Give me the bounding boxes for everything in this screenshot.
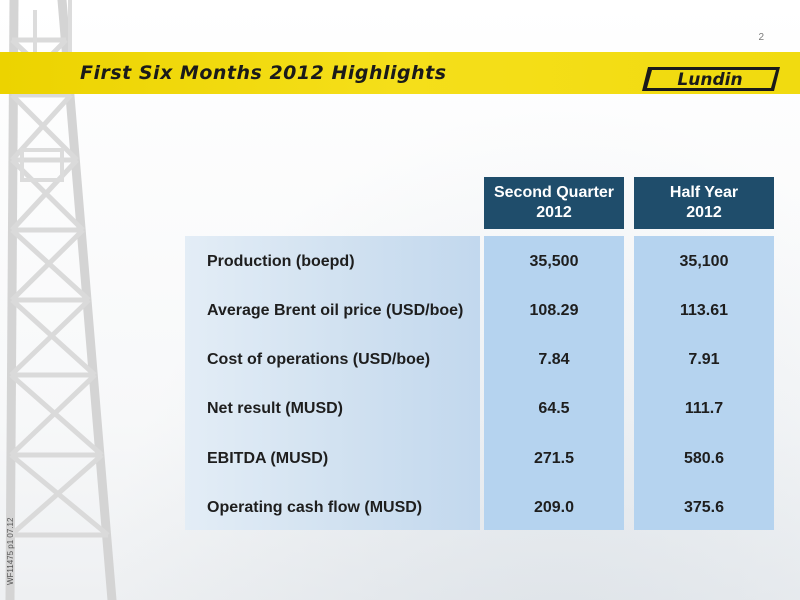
value-h1-ebitda: 580.6 <box>683 450 725 467</box>
value-h1-cost-of-operations: 7.91 <box>688 351 720 368</box>
value-q2-net-result: 64.5 <box>538 400 570 417</box>
half-year-values-panel <box>634 236 774 530</box>
value-q2-ebitda: 271.5 <box>533 450 575 467</box>
svg-text:Lundin: Lundin <box>677 70 742 90</box>
value-h1-brent-price: 113.61 <box>679 302 729 319</box>
second-quarter-values-panel <box>484 236 624 530</box>
column-header-line2: 2012 <box>536 204 572 221</box>
row-label-net-result: Net result (MUSD) <box>207 400 344 417</box>
value-h1-operating-cash-flow: 375.6 <box>683 499 725 516</box>
lundin-logo: Lundin <box>642 67 780 91</box>
row-label-operating-cash-flow: Operating cash flow (MUSD) <box>207 499 423 516</box>
column-header-second-quarter: Second Quarter 2012 <box>484 177 624 229</box>
value-q2-production: 35,500 <box>529 253 579 270</box>
row-labels-panel <box>185 236 480 530</box>
page-number: 2 <box>758 32 764 43</box>
page-title: First Six Months 2012 Highlights <box>80 62 447 84</box>
row-label-cost-of-operations: Cost of operations (USD/boe) <box>207 351 431 368</box>
row-label-production: Production (boepd) <box>207 253 355 270</box>
document-code: WF11475 p1 07.12 <box>6 517 15 585</box>
column-header-half-year: Half Year 2012 <box>634 177 774 229</box>
value-h1-net-result: 111.7 <box>684 400 724 417</box>
row-label-brent-price: Average Brent oil price (USD/boe) <box>207 302 464 319</box>
value-q2-brent-price: 108.29 <box>529 302 579 319</box>
value-q2-operating-cash-flow: 209.0 <box>533 499 575 516</box>
column-header-line2: 2012 <box>686 204 722 221</box>
row-label-ebitda: EBITDA (MUSD) <box>207 450 329 467</box>
value-h1-production: 35,100 <box>679 253 729 270</box>
column-header-line1: Half Year <box>669 184 739 201</box>
column-header-line1: Second Quarter <box>493 184 615 201</box>
value-q2-cost-of-operations: 7.84 <box>538 351 570 368</box>
